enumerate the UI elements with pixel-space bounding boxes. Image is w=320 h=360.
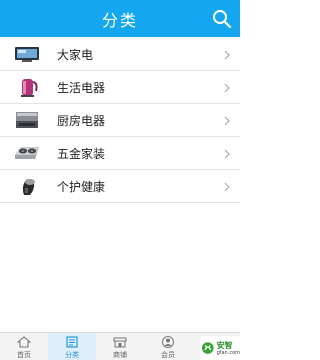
home-icon (17, 336, 31, 348)
category-label: 五金家装 (57, 146, 106, 161)
gas-stove-icon (15, 147, 39, 159)
chevron-right-icon (224, 50, 230, 60)
tv-icon (15, 47, 39, 62)
category-label: 生活电器 (57, 80, 106, 95)
watermark-title: 安智 (216, 340, 233, 350)
category-list: 大家电 生活电器 厨房电器 五金家装 个护健康 (0, 38, 240, 203)
category-label: 个护健康 (57, 179, 106, 194)
tab-label: 首页 (17, 351, 31, 359)
category-item-hardware-home[interactable]: 五金家装 (0, 137, 240, 170)
category-item-personal-care[interactable]: 个护健康 (0, 170, 240, 203)
category-item-life-appliance[interactable]: 生活电器 (0, 71, 240, 104)
kettle-icon (21, 79, 38, 97)
watermark-badge: 安智 gfan.com (200, 336, 240, 360)
shaver-icon (22, 179, 35, 195)
tab-member[interactable]: 会员 (144, 333, 192, 360)
chevron-right-icon (224, 182, 230, 192)
tab-label: 商铺 (113, 351, 127, 359)
watermark-site: gfan.com (216, 349, 240, 356)
header-bar: 分类 (0, 0, 240, 37)
shop-icon (113, 337, 127, 348)
category-item-big-appliance[interactable]: 大家电 (0, 38, 240, 71)
category-icon (66, 336, 78, 348)
tab-label: 分类 (65, 351, 79, 359)
chevron-right-icon (224, 83, 230, 93)
chevron-right-icon (224, 149, 230, 159)
page-title: 分类 (101, 10, 138, 30)
tab-label: 会员 (161, 351, 175, 359)
empty-content-area (0, 205, 240, 332)
tab-home[interactable]: 首页 (0, 333, 48, 360)
category-label: 大家电 (57, 47, 94, 62)
range-hood-icon (16, 112, 38, 128)
search-icon[interactable] (212, 9, 232, 29)
category-item-kitchen-appliance[interactable]: 厨房电器 (0, 104, 240, 137)
tab-shop[interactable]: 商铺 (96, 333, 144, 360)
chevron-right-icon (224, 116, 230, 126)
tab-category[interactable]: 分类 (48, 333, 96, 360)
member-icon (162, 336, 174, 348)
category-label: 厨房电器 (57, 113, 106, 128)
gfan-logo-icon (201, 342, 214, 354)
